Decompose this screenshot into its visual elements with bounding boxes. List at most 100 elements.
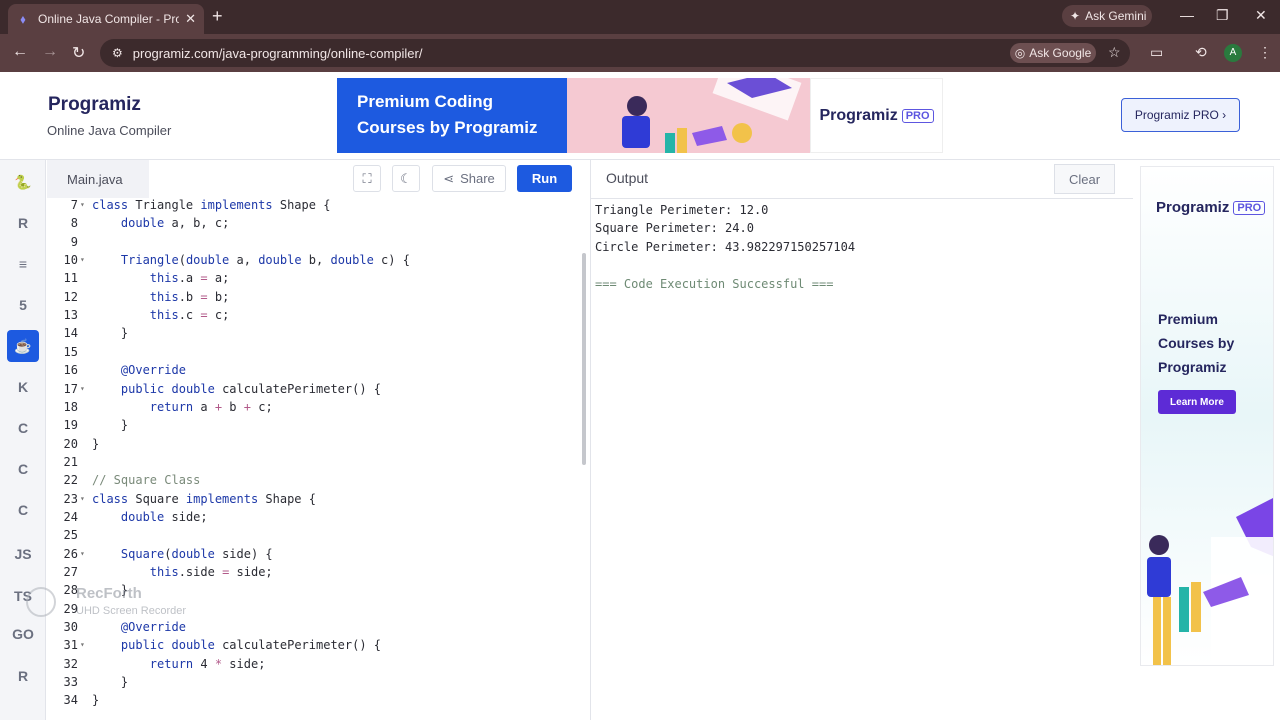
rail-python-icon[interactable]: 🐍 bbox=[7, 166, 39, 198]
side-ad[interactable]: Programiz PRO Premium Courses by Program… bbox=[1140, 166, 1274, 666]
line-number: 21 bbox=[63, 454, 78, 469]
output-title: Output bbox=[606, 170, 649, 186]
watermark-title: RecForth bbox=[76, 585, 142, 602]
code-token: double bbox=[171, 381, 215, 396]
minimize-icon[interactable]: — bbox=[1180, 7, 1194, 23]
reload-icon[interactable]: ↻ bbox=[72, 43, 85, 63]
code-line[interactable]: 18 return a + b + c; bbox=[47, 398, 581, 416]
rail-kotlin-icon[interactable]: K bbox=[7, 371, 39, 403]
code-line[interactable]: 22 // Square Class bbox=[47, 471, 581, 489]
rail-cpp-icon[interactable]: C bbox=[7, 453, 39, 485]
bookmark-star-icon[interactable]: ☆ bbox=[1108, 44, 1121, 61]
share-button[interactable]: ⋖ Share bbox=[432, 165, 506, 192]
code-token: .b bbox=[178, 289, 201, 304]
fold-gutter bbox=[78, 563, 92, 581]
programiz-pro-button[interactable]: Programiz PRO › bbox=[1121, 98, 1240, 132]
rail-java-icon[interactable]: ☕ bbox=[7, 330, 39, 362]
ad-banner[interactable]: Premium Coding Courses by Programiz Prog… bbox=[337, 78, 943, 153]
code-token: ( bbox=[164, 546, 172, 561]
rail-csharp-icon[interactable]: C bbox=[7, 494, 39, 526]
line-number: 15 bbox=[63, 344, 78, 359]
fold-arrow-icon[interactable]: ▾ bbox=[78, 545, 92, 563]
file-tab[interactable]: Main.java bbox=[47, 160, 149, 198]
fold-arrow-icon[interactable]: ▾ bbox=[78, 636, 92, 654]
new-tab-button[interactable]: + bbox=[212, 6, 223, 27]
code-line[interactable]: 11 this.a = a; bbox=[47, 269, 581, 287]
line-number: 12 bbox=[63, 289, 78, 304]
code-line[interactable]: 8 double a, b, c; bbox=[47, 214, 581, 232]
back-arrow-icon[interactable]: ← bbox=[12, 43, 28, 61]
site-info-icon[interactable]: ⚙ bbox=[112, 46, 123, 60]
code-line[interactable]: 15 bbox=[47, 343, 581, 361]
code-line[interactable]: 26 ▾ Square(double side) { bbox=[47, 545, 581, 563]
code-line[interactable]: 9 bbox=[47, 233, 581, 251]
extensions-icon[interactable]: ⟲ bbox=[1195, 44, 1207, 61]
url-bar[interactable]: ⚙ programiz.com/java-programming/online-… bbox=[100, 39, 1130, 67]
code-line[interactable]: 34} bbox=[47, 691, 581, 709]
ask-gemini-button[interactable]: ✦ Ask Gemini bbox=[1062, 5, 1152, 27]
code-token: calculatePerimeter() { bbox=[214, 638, 382, 653]
editor-scrollbar[interactable] bbox=[582, 253, 586, 465]
cast-icon[interactable]: ▭ bbox=[1150, 44, 1163, 61]
rail-c-icon[interactable]: C bbox=[7, 412, 39, 444]
run-button[interactable]: Run bbox=[517, 165, 572, 192]
programiz-logo[interactable]: Programiz bbox=[48, 94, 141, 116]
forward-arrow-icon[interactable]: → bbox=[42, 43, 58, 61]
close-window-icon[interactable]: ✕ bbox=[1255, 7, 1267, 24]
fold-arrow-icon[interactable]: ▾ bbox=[78, 196, 92, 214]
fold-gutter bbox=[78, 361, 92, 379]
code-line[interactable]: 12 this.b = b; bbox=[47, 288, 581, 306]
code-editor[interactable]: 7 ▾ class Triangle implements Shape {8 dou… bbox=[47, 196, 581, 716]
code-token: = bbox=[200, 289, 208, 304]
banner-logo: Programiz bbox=[819, 106, 898, 124]
rail-javascript-icon[interactable]: JS bbox=[7, 538, 39, 570]
code-token: double bbox=[171, 546, 215, 561]
code-token: ( bbox=[178, 253, 186, 268]
code-line[interactable]: 19 } bbox=[47, 416, 581, 434]
code-line[interactable]: 16 @Override bbox=[47, 361, 581, 379]
browser-tab[interactable]: ⬧ Online Java Compiler - Program ✕ bbox=[8, 4, 204, 34]
clear-button[interactable]: Clear bbox=[1054, 164, 1115, 194]
code-line[interactable]: 32 return 4 * side; bbox=[47, 655, 581, 673]
fullscreen-icon[interactable]: ⛶ bbox=[353, 165, 381, 192]
code-token: this bbox=[149, 565, 179, 579]
maximize-icon[interactable]: ❐ bbox=[1216, 7, 1229, 24]
code-token: side) { bbox=[214, 546, 273, 561]
code-line[interactable]: 7 ▾ class Triangle implements Shape { bbox=[47, 196, 581, 214]
code-line[interactable]: 17 ▾ public double calculatePerimeter() { bbox=[47, 380, 581, 398]
code-line[interactable]: 13 this.c = c; bbox=[47, 306, 581, 324]
code-line[interactable]: 25 bbox=[47, 526, 581, 544]
rail-sql-icon[interactable]: ≡ bbox=[7, 248, 39, 280]
learn-more-button[interactable]: Learn More bbox=[1158, 390, 1236, 414]
code-line[interactable]: 14 } bbox=[47, 324, 581, 342]
code-line[interactable]: 20} bbox=[47, 435, 581, 453]
menu-kebab-icon[interactable]: ⋮ bbox=[1258, 44, 1272, 61]
fold-gutter bbox=[78, 343, 92, 361]
gemini-sparkle-icon: ✦ bbox=[1070, 9, 1081, 23]
fold-arrow-icon[interactable]: ▾ bbox=[78, 380, 92, 398]
ask-google-button[interactable]: ◎ Ask Google bbox=[1010, 43, 1096, 63]
tab-close-icon[interactable]: ✕ bbox=[185, 11, 196, 27]
share-label: Share bbox=[460, 171, 495, 186]
rail-rust-icon[interactable]: R bbox=[7, 660, 39, 692]
code-line[interactable]: 27 this.side = side; bbox=[47, 563, 581, 581]
code-text: class Square implements Shape { bbox=[92, 490, 316, 508]
code-line[interactable]: 33 } bbox=[47, 673, 581, 691]
code-line[interactable]: 10 ▾ Triangle(double a, double b, double … bbox=[47, 251, 581, 269]
code-line[interactable]: 31 ▾ public double calculatePerimeter() { bbox=[47, 636, 581, 654]
watermark-subtitle: UHD Screen Recorder bbox=[76, 605, 187, 617]
rail-html-icon[interactable]: 5 bbox=[7, 289, 39, 321]
code-line[interactable]: 21 bbox=[47, 453, 581, 471]
code-token: a bbox=[193, 399, 215, 414]
fold-arrow-icon[interactable]: ▾ bbox=[78, 490, 92, 508]
output-header: Output Clear bbox=[590, 160, 1133, 198]
rail-r-icon[interactable]: R bbox=[7, 207, 39, 239]
dark-mode-icon[interactable]: ☾ bbox=[392, 165, 420, 192]
code-line[interactable]: 24 double side; bbox=[47, 508, 581, 526]
profile-avatar[interactable]: A bbox=[1224, 44, 1242, 62]
code-line[interactable]: 23 ▾ class Square implements Shape { bbox=[47, 490, 581, 508]
fold-arrow-icon[interactable]: ▾ bbox=[78, 251, 92, 269]
